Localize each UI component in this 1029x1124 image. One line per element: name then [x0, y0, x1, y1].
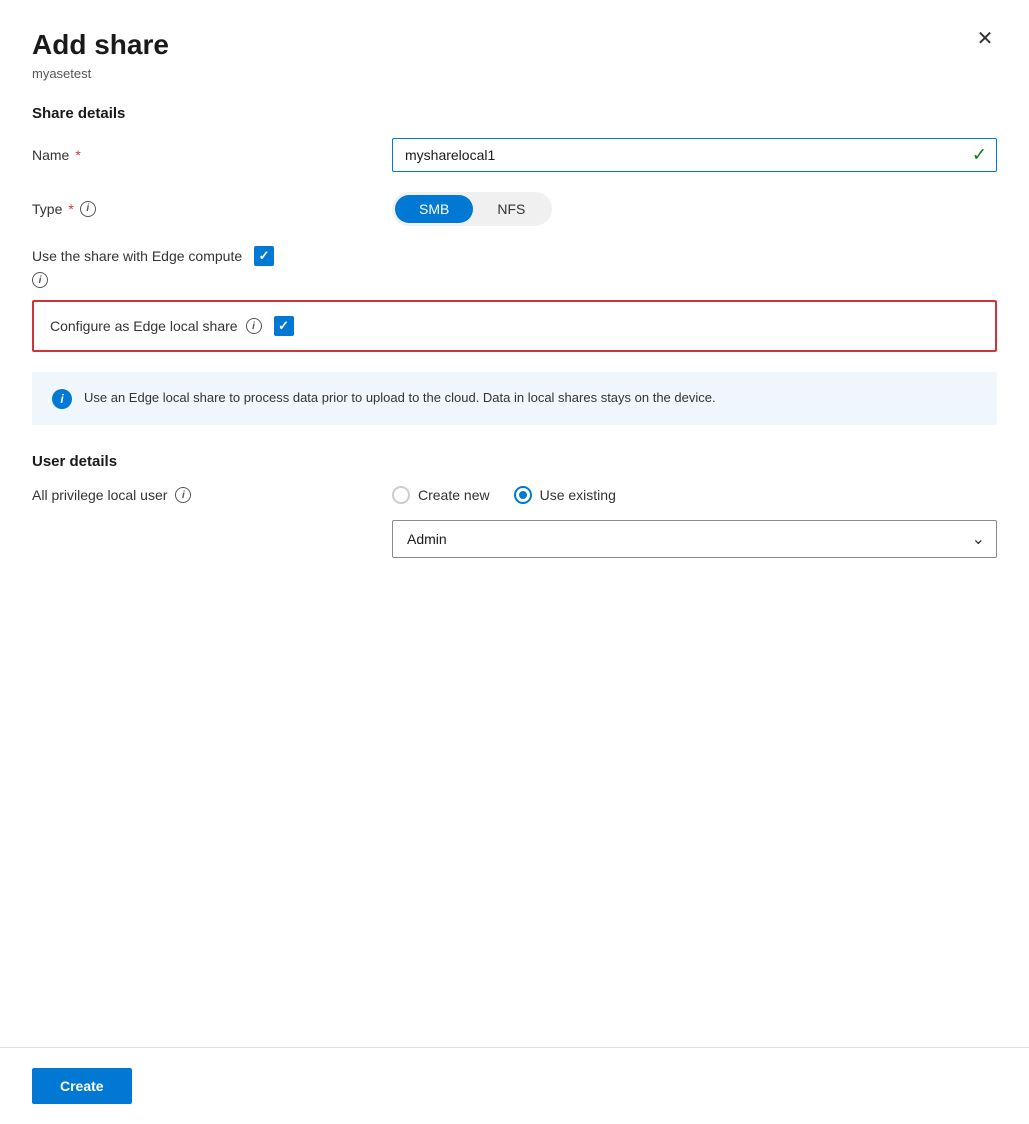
edge-compute-label: Use the share with Edge compute	[32, 248, 242, 264]
info-banner-text: Use an Edge local share to process data …	[84, 388, 716, 408]
type-required-star: *	[68, 201, 73, 217]
smb-option[interactable]: SMB	[395, 195, 473, 223]
edge-local-checkmark: ✓	[278, 318, 289, 334]
input-valid-icon: ✓	[972, 144, 987, 165]
dialog-header: Add share myasetest ✕	[0, 0, 1029, 81]
dialog-subtitle: myasetest	[32, 66, 997, 81]
create-button[interactable]: Create	[32, 1068, 132, 1104]
all-privilege-info-icon[interactable]: i	[175, 487, 191, 503]
edge-compute-checkbox[interactable]: ✓	[254, 246, 274, 266]
all-privilege-label: All privilege local user i	[32, 487, 392, 503]
edge-local-checkbox[interactable]: ✓	[274, 316, 294, 336]
admin-dropdown[interactable]: Admin	[392, 520, 997, 558]
name-row: Name * ✓	[32, 138, 997, 172]
nfs-option[interactable]: NFS	[473, 195, 549, 223]
dialog-footer: Create	[0, 1047, 1029, 1124]
edge-local-label: Configure as Edge local share i	[50, 318, 262, 334]
share-details-section-title: Share details	[32, 105, 997, 122]
info-banner-icon: i	[52, 389, 72, 409]
user-details-title: User details	[32, 453, 997, 470]
close-button[interactable]: ✕	[969, 22, 1001, 54]
admin-dropdown-wrapper: Admin ⌄	[392, 520, 997, 558]
create-new-label: Create new	[418, 487, 490, 503]
edge-local-section: Configure as Edge local share i ✓	[32, 300, 997, 352]
all-privilege-row: All privilege local user i Create new Us…	[32, 486, 997, 504]
dialog-title: Add share	[32, 28, 997, 62]
name-label: Name *	[32, 147, 392, 163]
info-banner: i Use an Edge local share to process dat…	[32, 372, 997, 425]
dialog-body: Share details Name * ✓ Type *	[0, 81, 1029, 1047]
share-details-section: Share details Name * ✓ Type *	[32, 105, 997, 426]
user-details-section: User details All privilege local user i …	[32, 453, 997, 558]
edge-compute-top: Use the share with Edge compute ✓	[32, 246, 274, 266]
create-new-option[interactable]: Create new	[392, 486, 490, 504]
close-icon: ✕	[977, 26, 994, 51]
name-input[interactable]	[392, 138, 997, 172]
edge-compute-checkmark: ✓	[259, 248, 270, 264]
edge-compute-info-icon[interactable]: i	[32, 272, 48, 288]
use-existing-radio[interactable]	[514, 486, 532, 504]
use-existing-label: Use existing	[540, 487, 616, 503]
edge-local-info-icon[interactable]: i	[246, 318, 262, 334]
add-share-dialog: Add share myasetest ✕ Share details Name…	[0, 0, 1029, 1124]
name-input-wrapper: ✓	[392, 138, 997, 172]
type-toggle-group: SMB NFS	[392, 192, 552, 226]
edge-compute-info-row: i	[32, 270, 48, 289]
create-new-radio[interactable]	[392, 486, 410, 504]
type-toggle-container: SMB NFS	[392, 192, 997, 226]
radio-group: Create new Use existing	[392, 486, 616, 504]
name-field-container: ✓	[392, 138, 997, 172]
edge-compute-row: Use the share with Edge compute ✓ i	[32, 246, 997, 289]
type-row: Type * i SMB NFS	[32, 192, 997, 226]
type-label: Type * i	[32, 201, 392, 217]
name-required-star: *	[75, 147, 80, 163]
type-info-icon[interactable]: i	[80, 201, 96, 217]
use-existing-option[interactable]: Use existing	[514, 486, 616, 504]
